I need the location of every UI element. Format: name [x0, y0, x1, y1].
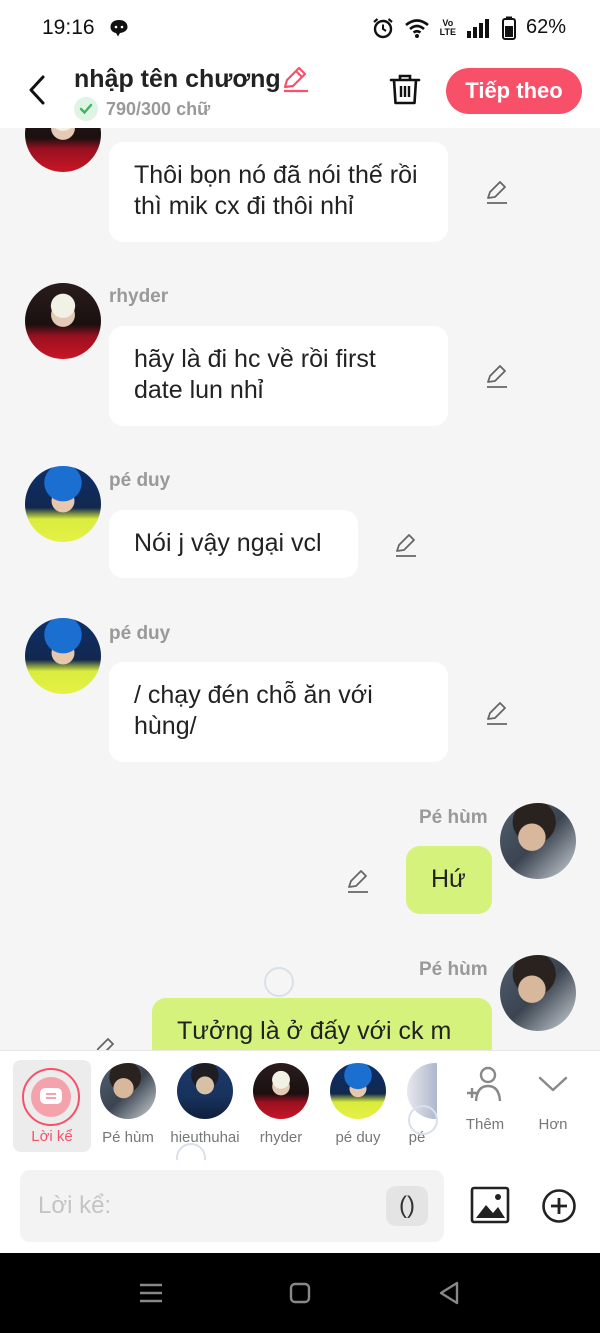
- avatar-rhyder[interactable]: [25, 128, 101, 172]
- avatar-pe-hum[interactable]: [500, 803, 576, 879]
- loading-indicator: [408, 1105, 438, 1135]
- image-icon[interactable]: [470, 1185, 510, 1225]
- back-button[interactable]: [22, 73, 52, 107]
- chat-messages[interactable]: Thôi bọn nó đã nói thế rồi thì mik cx đi…: [0, 128, 600, 1050]
- wifi-icon: [404, 18, 429, 38]
- character-label: pé duy: [335, 1129, 381, 1146]
- pencil-icon[interactable]: [484, 700, 510, 726]
- chat-notification-icon: [110, 19, 128, 36]
- message-bubble[interactable]: / chạy đén chỗ ăn với hùng/: [109, 662, 448, 762]
- chapter-title[interactable]: nhập tên chương: [74, 65, 281, 94]
- check-icon: [74, 97, 98, 121]
- avatar-pe-hum[interactable]: [500, 955, 576, 1031]
- chevron-left-icon: [29, 75, 45, 105]
- sender-name: Pé hùm: [419, 807, 488, 828]
- loading-indicator: [264, 967, 294, 997]
- pencil-icon[interactable]: [92, 1036, 118, 1050]
- volte-line2: LTE: [439, 26, 456, 37]
- more-label: Hơn: [538, 1116, 568, 1133]
- message-bubble[interactable]: Nói j vậy ngại vcl: [109, 510, 358, 578]
- add-character-label: Thêm: [465, 1116, 505, 1133]
- narrator-badge: [22, 1068, 80, 1126]
- add-circle-icon[interactable]: [541, 1188, 577, 1224]
- sender-name: pé duy: [109, 470, 171, 491]
- back-triangle-icon[interactable]: [436, 1279, 464, 1307]
- signal-icon: [466, 18, 489, 38]
- add-person-icon: [467, 1066, 502, 1102]
- pencil-icon[interactable]: [280, 65, 310, 93]
- character-pe-hum[interactable]: Pé hùm: [90, 1061, 166, 1151]
- avatar-pe-hum: [100, 1063, 156, 1119]
- narration-input-box: (): [20, 1170, 444, 1242]
- character-rhyder[interactable]: rhyder: [243, 1061, 319, 1151]
- status-bar: 19:16 Vo LTE 62%: [0, 0, 600, 55]
- chat-bubble-icon: [40, 1088, 62, 1104]
- avatar-pe-duy: [330, 1063, 386, 1119]
- avatar-rhyder[interactable]: [25, 283, 101, 359]
- character-selector: Lời kể Pé hùm hieuthuhai rhyder pé duy p…: [0, 1050, 600, 1173]
- message-bubble[interactable]: Thôi bọn nó đã nói thế rồi thì mik cx đi…: [109, 142, 448, 242]
- battery-percentage: 62%: [525, 16, 566, 38]
- next-button[interactable]: Tiếp theo: [446, 68, 582, 114]
- character-pe-duy[interactable]: pé duy: [320, 1061, 396, 1151]
- status-time: 19:16: [42, 15, 95, 39]
- word-count: 790/300 chữ: [106, 99, 211, 119]
- pencil-icon[interactable]: [393, 532, 419, 558]
- battery-icon: [501, 16, 516, 40]
- parentheses-button[interactable]: (): [386, 1186, 428, 1226]
- character-hieuthuhai[interactable]: hieuthuhai: [167, 1061, 243, 1151]
- home-icon[interactable]: [286, 1279, 314, 1307]
- chapter-header: nhập tên chương 790/300 chữ Tiếp theo: [0, 55, 600, 128]
- sender-name: rhyder: [109, 286, 169, 307]
- sender-name: pé duy: [109, 623, 171, 644]
- trash-icon[interactable]: [388, 72, 422, 106]
- pencil-icon[interactable]: [484, 363, 510, 389]
- volte-indicator: Vo LTE: [439, 18, 456, 37]
- pencil-icon[interactable]: [345, 868, 371, 894]
- narration-input[interactable]: [38, 1170, 378, 1242]
- composer: (): [0, 1160, 600, 1253]
- message-bubble[interactable]: hãy là đi hc về rồi first date lun nhỉ: [109, 326, 448, 426]
- pencil-icon[interactable]: [484, 179, 510, 205]
- avatar-hieuthuhai: [177, 1063, 233, 1119]
- message-bubble[interactable]: Hứ: [406, 846, 492, 914]
- add-character-button[interactable]: Thêm: [450, 1065, 520, 1133]
- recent-apps-icon[interactable]: [137, 1279, 165, 1307]
- avatar-pe-duy[interactable]: [25, 618, 101, 694]
- alarm-icon: [372, 17, 393, 38]
- avatar-pe-duy[interactable]: [25, 466, 101, 542]
- sender-name: Pé hùm: [419, 959, 488, 980]
- avatar-rhyder: [253, 1063, 309, 1119]
- system-navigation-bar: [0, 1253, 600, 1333]
- chevron-down-icon: [538, 1076, 568, 1092]
- message-bubble[interactable]: Tưởng là ở đấy với ck m: [152, 998, 492, 1050]
- more-button[interactable]: Hơn: [518, 1065, 588, 1133]
